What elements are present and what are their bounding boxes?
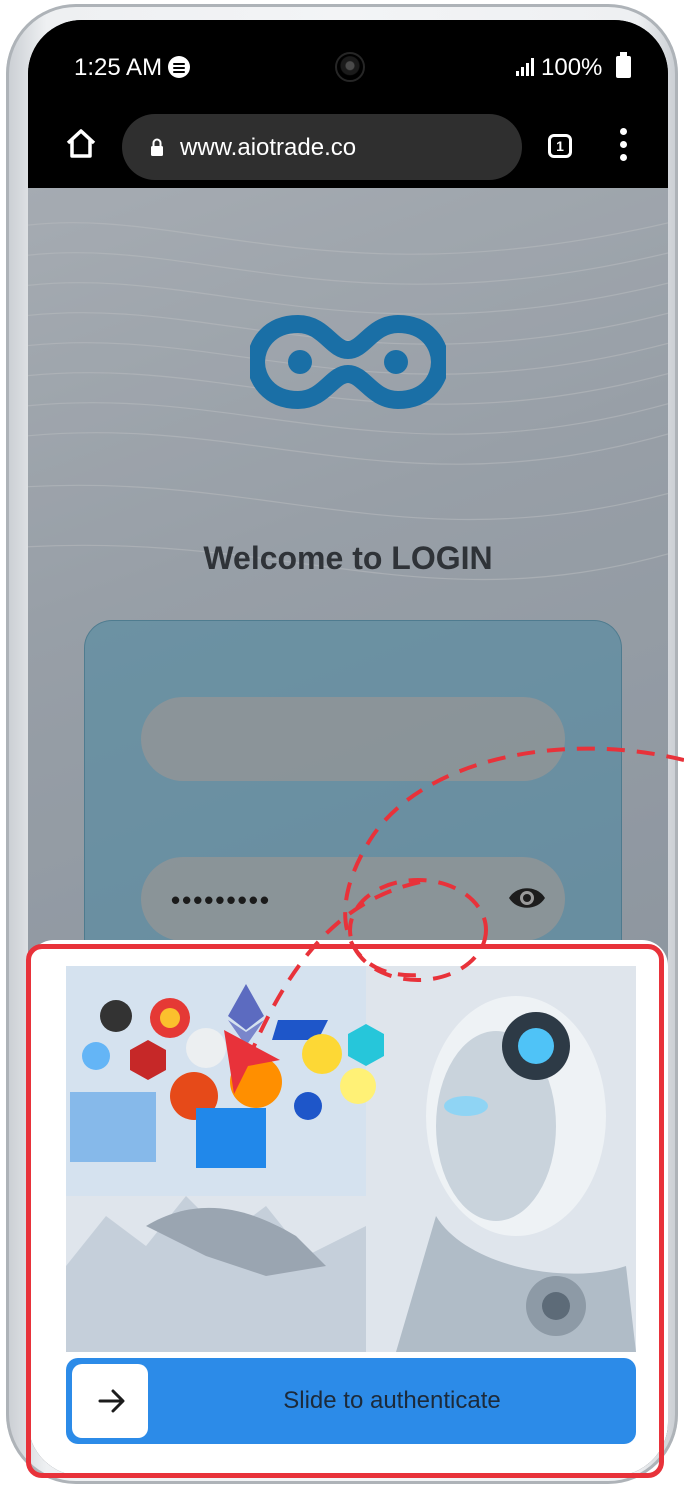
password-mask: ••••••••• [171, 885, 271, 915]
password-input[interactable]: ••••••••• [141, 857, 565, 941]
status-time: 1:25 AM [74, 54, 191, 82]
address-bar[interactable]: www.aiotrade.co [122, 114, 522, 180]
spotify-icon [168, 56, 191, 78]
home-icon[interactable] [64, 126, 98, 160]
username-input[interactable] [141, 697, 565, 781]
slider-label: Slide to authenticate [283, 1387, 501, 1414]
captcha-image [66, 966, 636, 1352]
lock-icon [151, 138, 163, 156]
aiotrade-logo [250, 314, 446, 410]
phone-frame: 1:25 AM 100% www.aiotrade.co 1 Welcome t… [6, 4, 678, 1484]
more-vert-icon[interactable] [620, 128, 628, 162]
login-page: Welcome to LOGIN ••••••••• Slide to auth… [28, 188, 668, 1476]
signal-icon [516, 58, 536, 76]
status-bar: 1:25 AM 100% [28, 20, 668, 112]
arrow-right-icon [98, 1389, 125, 1413]
browser-toolbar: www.aiotrade.co 1 [28, 112, 668, 188]
url-text: www.aiotrade.co [180, 134, 357, 161]
battery-icon [616, 52, 631, 78]
captcha-panel: Slide to authenticate [28, 940, 668, 1476]
time-text: 1:25 AM [74, 54, 163, 81]
slider-handle[interactable] [72, 1364, 148, 1438]
eye-icon[interactable] [507, 881, 547, 915]
phone-screen: 1:25 AM 100% www.aiotrade.co 1 Welcome t… [28, 20, 668, 1476]
battery-percent: 100% [541, 54, 603, 81]
welcome-heading: Welcome to LOGIN [203, 540, 493, 576]
slide-to-authenticate-slider[interactable]: Slide to authenticate [66, 1358, 636, 1444]
tabs-icon[interactable]: 1 [548, 134, 572, 158]
front-camera [335, 52, 365, 82]
